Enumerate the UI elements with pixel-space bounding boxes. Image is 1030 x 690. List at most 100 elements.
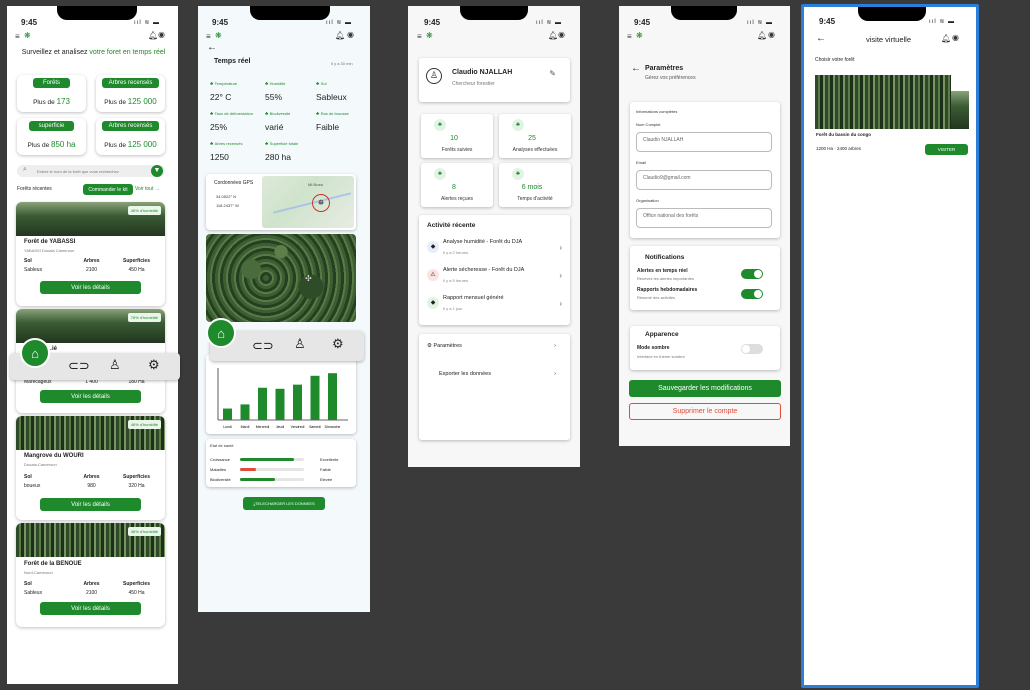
metric-value: varié [265,122,284,132]
status-icons: ııl ≋ ▬ [536,20,563,26]
profile-icon[interactable]: ♙ [294,336,306,352]
metric-5: ♣ Ras de brousse Faible [316,102,368,132]
menu-icon[interactable]: ≡ [627,32,632,41]
save-button[interactable]: Sauvegarder les modifications [629,380,781,397]
user-icon[interactable]: ◉ [768,30,775,39]
menu-icon[interactable]: ≡ [206,32,211,41]
forest-table-header: Sol Arbres Superficies [24,258,159,264]
forest-location: Nord-Cameroun [24,570,53,575]
stat-tile: ♣ 10 Forêts suivies [421,114,493,158]
forest-table-header: Sol Arbres Superficies [24,474,159,480]
forest-area: 1200 Ha [816,146,834,151]
activity-item[interactable]: ◆ Rapport mensuel généré Il y a 1 jour › [427,295,562,319]
see-all-link[interactable]: Voir tout → [135,186,160,192]
chevron-right-icon: › [554,343,556,349]
settings-screen: 9:45 ııl ≋ ▬ ≡ ❋ 🔔︎ ◉ ← Paramètres Gérez… [619,6,790,446]
menu-icon[interactable]: ≡ [15,32,20,41]
activity-item[interactable]: ⚠ Alerte sécheresse - Forêt du DJA Il y a … [427,267,562,291]
user-icon[interactable]: ◉ [158,30,165,39]
status-icons: ııl ≋ ▬ [929,19,956,25]
details-button[interactable]: Voir les détails [40,390,141,403]
metric-value: 22° C [210,92,232,102]
settings-label: Paramètres [433,343,462,349]
metric-value: Sableux [316,92,347,102]
visit-button[interactable]: VISITER [925,144,968,155]
humidity-bar-chart: Lundi Mardi Mercredi Jeudi Vendredi Samedi Dim… [217,368,348,429]
forest-card: 46% d'humidité Mangrove du WOURI Douala-… [16,416,165,520]
edit-icon[interactable]: ✎ [549,69,556,78]
details-button[interactable]: Voir les détails [40,498,141,511]
name-field[interactable]: Claudio NJALLAH [636,132,772,152]
forest-trees: 2400 arbres [837,146,862,151]
status-icons: ııl ≋ ▬ [326,20,353,26]
notch [250,6,330,20]
back-arrow-icon[interactable]: ← [631,63,641,74]
stat-value: 173 [56,97,70,106]
forest-image[interactable] [815,75,951,129]
info-card: Informations complètes Nom Complet Claud… [630,102,780,238]
user-icon[interactable]: ◉ [952,33,959,42]
settings-row[interactable]: ⚙ Paramètres › [427,343,556,349]
map-label: Mt Buea [308,182,323,187]
menu-icon[interactable]: ≡ [417,32,422,41]
activity-item[interactable]: ◆ Analyse humidité - Forêt du DJA Il y a 2… [427,239,562,263]
bell-icon[interactable]: 🔔︎ [148,31,158,40]
details-button[interactable]: Voir les détails [40,281,141,294]
x-tick-label: Lundi [223,425,232,429]
stat-label: Forêts [33,78,70,88]
back-arrow-icon[interactable]: ← [207,42,217,53]
health-fill [240,478,276,481]
chevron-right-icon: › [559,243,562,252]
metric-value: 280 ha [265,152,291,162]
settings-icon[interactable]: ⚙ [332,336,344,352]
home-nav-button[interactable]: ⌂ [20,338,50,368]
map-preview[interactable]: Mt Buea ⛯ [262,176,354,228]
dark-mode-toggle[interactable] [741,344,763,354]
bell-icon[interactable]: 🔔︎ [941,34,951,43]
health-fill [240,468,256,471]
filter-icon[interactable]: ▼ [151,165,163,177]
reports-toggle[interactable] [741,289,763,299]
download-button[interactable]: ⤓ TELECHARGER LES DONNEES [243,497,325,510]
organisation-field[interactable]: Office national des forêts [636,208,772,228]
bell-icon[interactable]: 🔔︎ [757,31,767,40]
profile-icon[interactable]: ♙ [109,357,121,373]
bell-icon[interactable]: 🔔︎ [548,31,558,40]
metric-0: ♣ Température 22° C [210,72,262,102]
export-row[interactable]: Exporter les données › [439,371,556,377]
user-icon[interactable]: ◉ [558,30,565,39]
back-arrow-icon[interactable]: ← [816,33,826,44]
x-tick-label: Dimanche [325,425,341,429]
home-nav-button[interactable]: ⌂ [206,318,236,348]
alerts-toggle[interactable] [741,269,763,279]
notifications-title: Notifications [645,254,685,261]
activity-time: Il y a 5 heures [443,278,469,283]
user-icon[interactable]: ◉ [347,30,354,39]
bell-icon[interactable]: 🔔︎ [335,31,345,40]
report-icon: ◆ [427,297,439,309]
details-button[interactable]: Voir les détails [40,602,141,615]
gps-lat: 34.0522° N [216,194,237,199]
order-kit-button[interactable]: Commander le kit [83,184,133,195]
stat-card-forests: Forêts Plus de 173 [17,75,86,112]
delete-account-button[interactable]: Supprimer le compte [629,403,781,420]
chevron-right-icon: › [554,371,556,377]
chevron-right-icon: › [559,271,562,280]
metric-label: Humidité [269,81,286,86]
name-label: Nom Complet [636,122,661,127]
health-card: Etat de santé Croissance Excellente Maladi… [206,439,356,487]
col-arbres: Arbres [83,474,100,480]
vr-headset-icon[interactable]: ⊂⊃ [252,338,274,354]
settings-icon[interactable]: ⚙ [148,357,160,373]
email-field[interactable]: Claudio9@gmail.com [636,170,772,190]
search-bar[interactable]: ⌕ Entrez le nom de la forêt que vous rec… [17,165,165,177]
value-superficie: 450 Ha [128,267,145,273]
logo-icon: ❋ [426,31,433,40]
forest-table-row: boueux 980 320 Ha [24,483,159,489]
vr-headset-icon[interactable]: ⊂⊃ [68,358,90,374]
activity-card: Activité récente ◆ Analyse humidité - For… [419,215,570,325]
headline: Surveillez et analisez votre foret en te… [21,48,166,58]
bar [240,404,250,420]
activity-title: Alerte sécheresse - Forêt du DJA [443,267,525,273]
notch [460,6,528,20]
